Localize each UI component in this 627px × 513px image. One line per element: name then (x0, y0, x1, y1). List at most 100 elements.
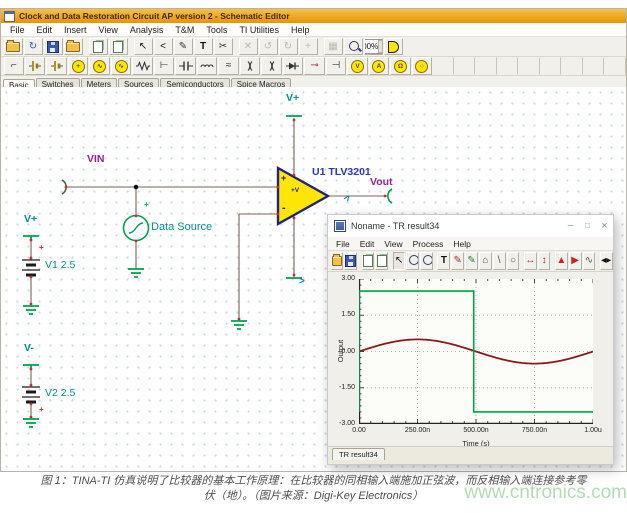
menu-help[interactable]: Help (285, 25, 316, 35)
text-icon[interactable]: T (194, 38, 213, 55)
gate-icon[interactable] (384, 38, 403, 55)
spin-icon[interactable]: ◂▸ (600, 252, 613, 270)
resistor-icon (136, 60, 150, 72)
title-bar[interactable]: Clock and Data Restoration Circuit AP ve… (1, 9, 626, 23)
transformer-icon[interactable] (240, 57, 260, 75)
copy-page-icon[interactable] (362, 252, 375, 270)
wire-junction (134, 185, 139, 190)
paste-icon (113, 41, 123, 53)
scope-menu-edit[interactable]: Edit (355, 239, 380, 249)
paste-icon[interactable] (109, 38, 128, 55)
menu-t-m[interactable]: T&M (169, 25, 200, 35)
y-axis-icon[interactable]: ↕ (538, 252, 551, 270)
vplus-top-label[interactable]: V+ (286, 92, 299, 104)
home-icon[interactable]: ⌂ (479, 252, 492, 270)
rotate-left-icon[interactable]: ↺ (259, 38, 278, 55)
x-axis-icon[interactable]: ↔ (524, 252, 537, 270)
result-tab[interactable]: TR result34 (332, 448, 385, 460)
menu-edit[interactable]: Edit (31, 25, 59, 35)
wire-pen-icon[interactable]: ✎ (174, 38, 193, 55)
mirror-icon[interactable]: + (299, 38, 318, 55)
curve-icon[interactable]: ∿ (583, 252, 596, 270)
ellipse-icon[interactable]: ○ (507, 252, 520, 270)
menu-tools[interactable]: Tools (200, 25, 233, 35)
inductor-icon[interactable] (197, 57, 217, 75)
vin-label[interactable]: VIN (87, 153, 105, 165)
zoom-level-select: 200%▼ (364, 39, 383, 54)
open-icon[interactable] (4, 38, 23, 55)
delete-icon[interactable]: ✕ (239, 38, 258, 55)
open-icon[interactable] (331, 252, 344, 270)
cursor-icon[interactable]: ↖ (134, 38, 153, 55)
ohmmeter-icon[interactable]: Ω (390, 57, 410, 75)
scope-toolbar: ↖T✎✎⌂\○↔↕▲▶∿◂▸ (328, 251, 613, 272)
vminus-left-label[interactable]: V- (24, 342, 34, 354)
last-component-icon[interactable]: < (154, 38, 173, 55)
vplus-left-label[interactable]: V+ (24, 213, 37, 225)
scope-menu-process[interactable]: Process (408, 239, 449, 249)
oscilloscope-icon[interactable]: ○ (412, 57, 432, 75)
u1-label[interactable]: U1 TLV3201 (312, 166, 371, 178)
zoom-icon[interactable] (344, 38, 363, 55)
open-project-icon[interactable] (64, 38, 83, 55)
voltage-source-icon[interactable]: + (68, 57, 88, 75)
ammeter-icon[interactable]: A (369, 57, 389, 75)
battery-icon[interactable] (25, 57, 45, 75)
capacitor-icon[interactable] (175, 57, 195, 75)
copy-icon[interactable] (89, 38, 108, 55)
menu-view[interactable]: View (93, 25, 124, 35)
scope-menu-help[interactable]: Help (448, 239, 475, 249)
refresh-icon[interactable]: ↻ (24, 38, 43, 55)
save-icon[interactable] (344, 252, 357, 270)
scope-menu-file[interactable]: File (331, 239, 355, 249)
menu-ti-utilities[interactable]: TI Utilities (233, 25, 285, 35)
zoom-out-icon[interactable] (420, 252, 433, 270)
switch-icon[interactable]: ⊢ (154, 57, 174, 75)
zoom-in-icon[interactable] (406, 252, 419, 270)
vout-label[interactable]: Vout (370, 176, 393, 188)
copy-curve-icon[interactable] (375, 252, 388, 270)
component-toolbar: ⌐+∿∿⊢≈⊸⊣VAΩ○ (1, 57, 626, 76)
diode-icon[interactable] (283, 57, 303, 75)
text-icon[interactable]: T (437, 252, 450, 270)
v1-value-label[interactable]: V1 2.5 (45, 259, 75, 271)
open-project-icon (66, 42, 80, 52)
pen-icon[interactable]: ✎ (451, 252, 464, 270)
voltage-generator-icon[interactable]: ∿ (89, 57, 109, 75)
maximize-button[interactable]: □ (579, 215, 596, 237)
coupled-inductors-icon[interactable]: ≈ (218, 57, 238, 75)
scope-title-bar[interactable]: Noname - TR result34 – □ × (328, 215, 613, 237)
wire-icon[interactable]: ⌐ (4, 57, 24, 75)
resistor-icon[interactable] (132, 57, 152, 75)
cursor-icon[interactable]: ↖ (393, 252, 406, 270)
brush-icon[interactable]: ✎ (465, 252, 478, 270)
rotate-right-icon[interactable]: ↻ (279, 38, 298, 55)
voltmeter-icon[interactable]: V (347, 57, 367, 75)
comparator-plus-input-mark: + (281, 173, 286, 183)
menu-analysis[interactable]: Analysis (124, 25, 170, 35)
autoscale-icon[interactable]: ▲ (555, 252, 568, 270)
inductor-icon (200, 60, 214, 72)
tr-plot[interactable]: Output Time (s) 3.001.500.00-1.50-3.000.… (359, 279, 593, 424)
nonlinear-transformer-icon[interactable] (261, 57, 281, 75)
close-button[interactable]: × (596, 215, 613, 237)
line-icon[interactable]: \ (493, 252, 506, 270)
y-tick-label: 0.00 (328, 348, 355, 355)
zoom-level-select[interactable]: 200%▼ (364, 38, 383, 55)
toolbar-separator (83, 39, 88, 54)
data-source-label[interactable]: Data Source (151, 221, 212, 233)
save-icon[interactable] (44, 38, 63, 55)
v2-value-label[interactable]: V2 2.5 (45, 387, 75, 399)
minimize-button[interactable]: – (562, 215, 579, 237)
current-generator-icon[interactable]: ∿ (111, 57, 131, 75)
io-pin-icon[interactable]: ⊣ (326, 57, 346, 75)
accumulator-icon[interactable] (46, 57, 66, 75)
cut-icon[interactable]: ✂ (214, 38, 233, 55)
grid-icon[interactable]: ▦ (324, 38, 343, 55)
marker-icon[interactable]: ▶ (569, 252, 582, 270)
menu-insert[interactable]: Insert (58, 25, 93, 35)
x-tick-label: 500.00n (454, 427, 498, 434)
scope-menu-view[interactable]: View (379, 239, 407, 249)
relay-icon[interactable]: ⊸ (304, 57, 324, 75)
menu-file[interactable]: File (4, 25, 31, 35)
